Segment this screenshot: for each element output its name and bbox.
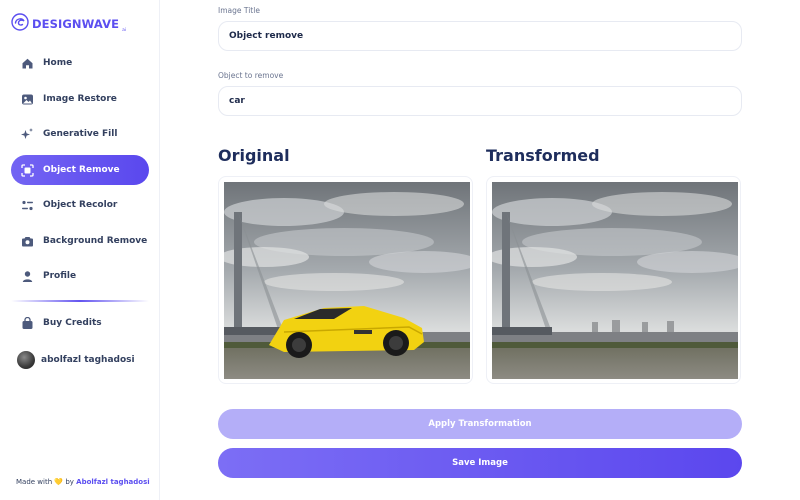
- bag-icon: [20, 316, 34, 330]
- image-icon: [20, 92, 34, 106]
- footer-by: by: [65, 478, 74, 486]
- sidebar-item-object-recolor[interactable]: Object Recolor: [11, 190, 149, 220]
- footer-prefix: Made with: [16, 478, 53, 486]
- sidebar: DESIGNWAVE ai Home Image Restore Generat…: [0, 0, 160, 500]
- avatar: [17, 351, 35, 369]
- transformed-image: [492, 182, 738, 379]
- sidebar-footer: Made with 💛 by Abolfazl taghadosi: [16, 478, 150, 486]
- sidebar-item-profile[interactable]: Profile: [11, 261, 149, 291]
- sidebar-item-label: Object Recolor: [43, 200, 118, 210]
- original-image-card: [218, 176, 473, 384]
- original-title: Original: [218, 146, 290, 165]
- sidebar-item-label: Profile: [43, 271, 77, 281]
- sidebar-item-image-restore[interactable]: Image Restore: [11, 84, 149, 114]
- footer-author-link[interactable]: Abolfazl taghadosi: [76, 478, 150, 486]
- user-name: abolfazl taghadosi: [41, 355, 135, 365]
- object-to-remove-label: Object to remove: [218, 71, 284, 80]
- sparkles-icon: [20, 127, 34, 141]
- sidebar-item-object-remove[interactable]: Object Remove: [11, 155, 149, 185]
- sidebar-item-label: Image Restore: [43, 94, 117, 104]
- sidebar-item-label: Background Remove: [43, 236, 148, 246]
- sidebar-item-label: Home: [43, 58, 73, 68]
- camera-icon: [20, 234, 34, 248]
- image-title-label: Image Title: [218, 6, 260, 15]
- main-content: Image Title Object remove Object to remo…: [218, 0, 742, 500]
- filter-icon: [20, 198, 34, 212]
- image-title-input[interactable]: Object remove: [218, 21, 742, 51]
- transformed-title: Transformed: [486, 146, 600, 165]
- sidebar-user-profile[interactable]: abolfazl taghadosi: [11, 345, 149, 375]
- heart-icon: 💛: [54, 478, 64, 486]
- transformed-image-card: [486, 176, 741, 384]
- sidebar-item-home[interactable]: Home: [11, 48, 149, 78]
- user-icon: [20, 269, 34, 283]
- sidebar-item-label: Generative Fill: [43, 129, 118, 139]
- sidebar-item-label: Object Remove: [43, 165, 120, 175]
- sidebar-item-label: Buy Credits: [43, 318, 102, 328]
- object-to-remove-input[interactable]: car: [218, 86, 742, 116]
- original-image: [224, 182, 470, 379]
- sidebar-item-generative-fill[interactable]: Generative Fill: [11, 119, 149, 149]
- scan-icon: [20, 163, 34, 177]
- brand-suffix: ai: [122, 28, 127, 33]
- apply-transformation-button[interactable]: Apply Transformation: [218, 409, 742, 439]
- home-icon: [20, 56, 34, 70]
- sidebar-item-background-remove[interactable]: Background Remove: [11, 226, 149, 256]
- brand-name: DESIGNWAVE: [32, 17, 120, 31]
- save-image-button[interactable]: Save Image: [218, 448, 742, 478]
- sidebar-item-buy-credits[interactable]: Buy Credits: [11, 308, 149, 338]
- brand-logo[interactable]: DESIGNWAVE ai: [11, 13, 126, 35]
- logo-icon: [11, 13, 29, 35]
- sidebar-divider: [11, 300, 149, 302]
